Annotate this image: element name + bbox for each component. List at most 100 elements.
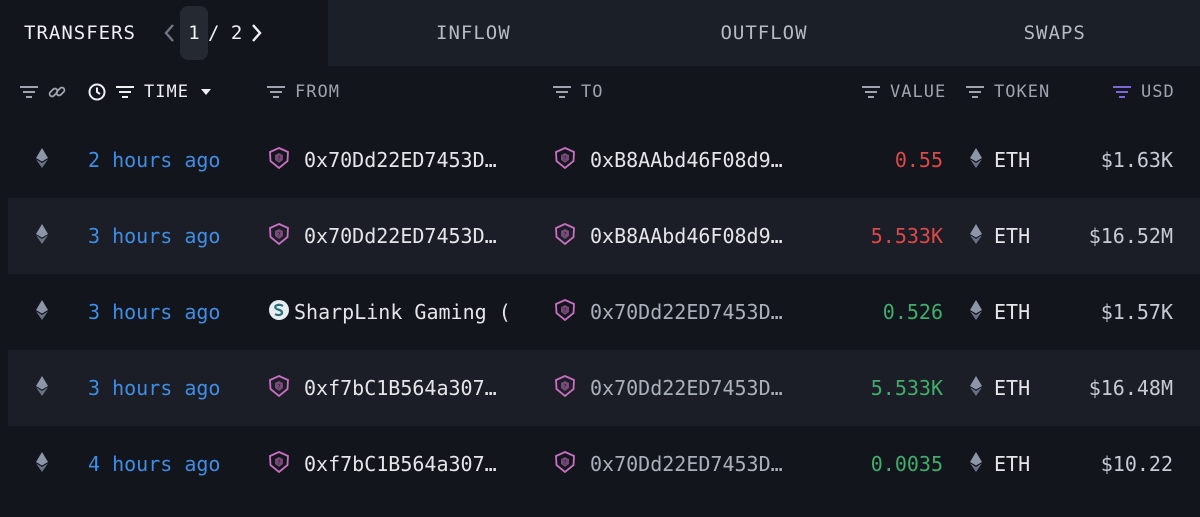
usd-value: $1.57K xyxy=(1100,300,1173,324)
token-cell[interactable]: ETH xyxy=(970,122,1030,198)
filter-icon[interactable] xyxy=(20,85,38,99)
to-address[interactable]: 0x70Dd22ED7453D… xyxy=(590,300,783,324)
page-total: / 2 xyxy=(207,22,243,44)
from-cell[interactable]: ? 0x70Dd22ED7453D… xyxy=(268,122,497,198)
time-link[interactable]: 4 hours ago xyxy=(88,452,220,476)
next-page-chevron-right-icon[interactable] xyxy=(246,13,268,53)
time-link[interactable]: 3 hours ago xyxy=(88,224,220,248)
tab-inflow-label: INFLOW xyxy=(436,22,511,44)
from-cell[interactable]: ? 0x70Dd22ED7453D… xyxy=(268,198,497,274)
table-row[interactable]: 4 hours ago? 0xf7bC1B564a307…? 0x70Dd22ED7… xyxy=(8,426,1200,502)
filter-icon[interactable] xyxy=(267,85,285,99)
link-icon[interactable] xyxy=(48,83,66,101)
value-amount: 0.526 xyxy=(882,300,943,324)
value-cell: 0.526 xyxy=(808,274,943,350)
token-cell[interactable]: ETH xyxy=(970,426,1030,502)
token-symbol[interactable]: ETH xyxy=(994,376,1030,400)
filter-icon[interactable] xyxy=(862,85,880,99)
token-cell[interactable]: ETH xyxy=(970,350,1030,426)
token-cell[interactable]: ETH xyxy=(970,274,1030,350)
table-header: TIME FROM TO VALUE TOKEN USD xyxy=(0,66,1200,118)
time-cell[interactable]: 4 hours ago xyxy=(88,426,220,502)
to-address[interactable]: 0xB8AAbd46F08d9… xyxy=(590,148,783,172)
to-address[interactable]: 0xB8AAbd46F08d9… xyxy=(590,224,783,248)
value-column-header[interactable]: VALUE xyxy=(862,66,946,118)
to-cell[interactable]: ? 0x70Dd22ED7453D… xyxy=(554,426,783,502)
filter-icon[interactable] xyxy=(116,85,134,99)
value-header-label: VALUE xyxy=(890,82,947,102)
chain-cell xyxy=(36,274,48,350)
tab-swaps-label: SWAPS xyxy=(1023,22,1086,44)
tab-swaps[interactable]: SWAPS xyxy=(909,0,1200,66)
usd-column-header[interactable]: USD xyxy=(1113,66,1175,118)
usd-value: $1.63K xyxy=(1100,148,1173,172)
entity-icon: ? xyxy=(268,146,290,174)
token-symbol[interactable]: ETH xyxy=(994,224,1030,248)
svg-text:?: ? xyxy=(563,155,566,162)
sort-caret-down-icon[interactable] xyxy=(199,87,213,97)
svg-text:?: ? xyxy=(563,231,566,238)
tab-bar: TRANSFERS 1 / 2 INFLOW OUTFLOW SWAPS xyxy=(0,0,1200,66)
time-cell[interactable]: 2 hours ago xyxy=(88,122,220,198)
time-cell[interactable]: 3 hours ago xyxy=(88,198,220,274)
tab-transfers[interactable]: TRANSFERS 1 / 2 xyxy=(0,0,328,66)
prev-page-chevron-left-icon[interactable] xyxy=(158,13,180,53)
time-link[interactable]: 2 hours ago xyxy=(88,148,220,172)
from-column-header[interactable]: FROM xyxy=(267,66,340,118)
svg-text:?: ? xyxy=(277,231,280,238)
token-symbol[interactable]: ETH xyxy=(994,300,1030,324)
time-cell[interactable]: 3 hours ago xyxy=(88,350,220,426)
token-header-label: TOKEN xyxy=(994,82,1051,102)
time-cell[interactable]: 3 hours ago xyxy=(88,274,220,350)
to-cell[interactable]: ? 0xB8AAbd46F08d9… xyxy=(554,198,783,274)
ethereum-icon xyxy=(970,451,982,477)
time-link[interactable]: 3 hours ago xyxy=(88,300,220,324)
time-column-header[interactable]: TIME xyxy=(88,66,213,118)
from-address[interactable]: SharpLink Gaming ( xyxy=(294,300,511,324)
to-cell[interactable]: ? 0xB8AAbd46F08d9… xyxy=(554,122,783,198)
filter-active-icon[interactable] xyxy=(1113,85,1131,99)
filter-icon[interactable] xyxy=(553,85,571,99)
from-address[interactable]: 0x70Dd22ED7453D… xyxy=(304,148,497,172)
chain-cell xyxy=(36,198,48,274)
from-cell[interactable]: ? 0xf7bC1B564a307… xyxy=(268,426,497,502)
table-row[interactable]: 2 hours ago? 0x70Dd22ED7453D…? 0xB8AAbd46F… xyxy=(8,122,1200,198)
ethereum-icon xyxy=(36,299,48,325)
time-link[interactable]: 3 hours ago xyxy=(88,376,220,400)
filter-icon[interactable] xyxy=(966,85,984,99)
token-symbol[interactable]: ETH xyxy=(994,452,1030,476)
entity-icon: ? xyxy=(554,146,576,174)
token-cell[interactable]: ETH xyxy=(970,198,1030,274)
chain-cell xyxy=(36,426,48,502)
token-symbol[interactable]: ETH xyxy=(994,148,1030,172)
usd-cell: $1.57K xyxy=(1048,274,1173,350)
token-column-header[interactable]: TOKEN xyxy=(966,66,1050,118)
table-row[interactable]: 3 hours ago SharpLink Gaming ( ? 0x70Dd22ED… xyxy=(8,274,1200,350)
to-column-header[interactable]: TO xyxy=(553,66,603,118)
from-address[interactable]: 0xf7bC1B564a307… xyxy=(304,452,497,476)
tab-inflow[interactable]: INFLOW xyxy=(328,0,619,66)
from-address[interactable]: 0xf7bC1B564a307… xyxy=(304,376,497,400)
to-cell[interactable]: ? 0x70Dd22ED7453D… xyxy=(554,274,783,350)
value-cell: 0.0035 xyxy=(808,426,943,502)
chain-filter-header xyxy=(20,66,66,118)
entity-icon: ? xyxy=(554,374,576,402)
from-address[interactable]: 0x70Dd22ED7453D… xyxy=(304,224,497,248)
entity-icon: ? xyxy=(554,450,576,478)
svg-text:?: ? xyxy=(563,383,566,390)
ethereum-icon xyxy=(36,451,48,477)
entity-icon: ? xyxy=(268,450,290,478)
usd-cell: $16.52M xyxy=(1048,198,1173,274)
to-cell[interactable]: ? 0x70Dd22ED7453D… xyxy=(554,350,783,426)
tab-transfers-label: TRANSFERS xyxy=(24,22,136,44)
table-row[interactable]: 3 hours ago? 0x70Dd22ED7453D…? 0xB8AAbd46F… xyxy=(8,198,1200,274)
value-amount: 5.533K xyxy=(870,376,943,400)
table-row[interactable]: 3 hours ago ? 0xf7bC1B564a307…? 0x70Dd22ED7… xyxy=(8,350,1200,426)
from-cell[interactable]: SharpLink Gaming ( xyxy=(268,274,511,350)
tab-outflow[interactable]: OUTFLOW xyxy=(618,0,910,66)
to-address[interactable]: 0x70Dd22ED7453D… xyxy=(590,452,783,476)
usd-cell: $16.48M xyxy=(1048,350,1173,426)
ethereum-icon xyxy=(36,375,48,401)
from-cell[interactable]: ? 0xf7bC1B564a307… xyxy=(268,350,497,426)
to-address[interactable]: 0x70Dd22ED7453D… xyxy=(590,376,783,400)
